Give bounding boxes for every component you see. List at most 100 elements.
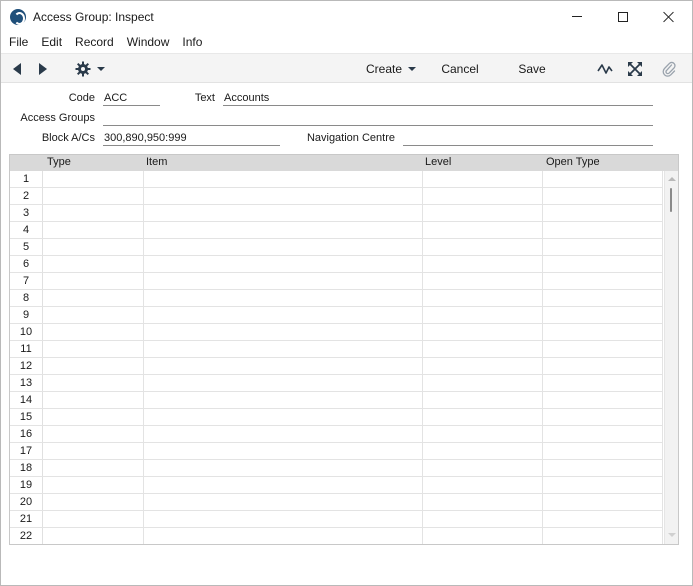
cell-type[interactable] xyxy=(44,392,144,408)
cell-level[interactable] xyxy=(423,171,543,187)
table-row[interactable]: 9 xyxy=(10,307,663,324)
cell-level[interactable] xyxy=(423,307,543,323)
cell-type[interactable] xyxy=(44,375,144,391)
cell-item[interactable] xyxy=(144,460,423,476)
access-groups-field[interactable] xyxy=(103,111,653,126)
cell-type[interactable] xyxy=(44,358,144,374)
table-row[interactable]: 3 xyxy=(10,205,663,222)
cell-open-type[interactable] xyxy=(543,511,663,527)
cell-open-type[interactable] xyxy=(543,426,663,442)
cell-level[interactable] xyxy=(423,273,543,289)
cell-open-type[interactable] xyxy=(543,171,663,187)
attach-button[interactable] xyxy=(659,54,679,84)
cell-open-type[interactable] xyxy=(543,477,663,493)
create-button[interactable]: Create xyxy=(363,54,419,84)
cell-type[interactable] xyxy=(44,341,144,357)
cell-item[interactable] xyxy=(144,375,423,391)
column-header-level[interactable]: Level xyxy=(425,156,451,168)
previous-record-button[interactable] xyxy=(7,54,27,84)
cell-open-type[interactable] xyxy=(543,443,663,459)
cell-open-type[interactable] xyxy=(543,375,663,391)
cell-level[interactable] xyxy=(423,409,543,425)
cell-level[interactable] xyxy=(423,392,543,408)
cell-item[interactable] xyxy=(144,222,423,238)
table-row[interactable]: 1 xyxy=(10,171,663,188)
table-row[interactable]: 5 xyxy=(10,239,663,256)
fullscreen-button[interactable] xyxy=(625,54,645,84)
cell-open-type[interactable] xyxy=(543,358,663,374)
text-field[interactable]: Accounts xyxy=(223,91,653,106)
cell-item[interactable] xyxy=(144,171,423,187)
cell-item[interactable] xyxy=(144,511,423,527)
table-row[interactable]: 7 xyxy=(10,273,663,290)
cell-open-type[interactable] xyxy=(543,222,663,238)
cell-level[interactable] xyxy=(423,358,543,374)
minimize-button[interactable] xyxy=(554,1,600,32)
cell-item[interactable] xyxy=(144,409,423,425)
block-acs-field[interactable]: 300,890,950:999 xyxy=(103,131,280,146)
table-row[interactable]: 6 xyxy=(10,256,663,273)
cell-item[interactable] xyxy=(144,290,423,306)
menu-file[interactable]: File xyxy=(1,35,34,49)
navigation-centre-field[interactable] xyxy=(403,131,653,146)
cell-type[interactable] xyxy=(44,409,144,425)
table-row[interactable]: 21 xyxy=(10,511,663,528)
cell-level[interactable] xyxy=(423,443,543,459)
cell-item[interactable] xyxy=(144,239,423,255)
cell-open-type[interactable] xyxy=(543,239,663,255)
cell-item[interactable] xyxy=(144,307,423,323)
cell-type[interactable] xyxy=(44,307,144,323)
cell-item[interactable] xyxy=(144,443,423,459)
scrollbar-thumb[interactable] xyxy=(670,188,672,212)
cancel-button[interactable]: Cancel xyxy=(437,54,483,84)
cell-type[interactable] xyxy=(44,171,144,187)
actions-menu-button[interactable] xyxy=(73,54,107,84)
maximize-button[interactable] xyxy=(600,1,646,32)
cell-type[interactable] xyxy=(44,494,144,510)
table-row[interactable]: 8 xyxy=(10,290,663,307)
close-button[interactable] xyxy=(646,1,692,32)
scroll-down-icon[interactable] xyxy=(668,533,676,537)
cell-level[interactable] xyxy=(423,477,543,493)
cell-type[interactable] xyxy=(44,426,144,442)
cell-level[interactable] xyxy=(423,426,543,442)
cell-item[interactable] xyxy=(144,494,423,510)
cell-item[interactable] xyxy=(144,392,423,408)
cell-open-type[interactable] xyxy=(543,341,663,357)
cell-level[interactable] xyxy=(423,188,543,204)
save-button[interactable]: Save xyxy=(513,54,551,84)
column-header-item[interactable]: Item xyxy=(146,156,167,168)
cell-open-type[interactable] xyxy=(543,409,663,425)
grid-scrollbar[interactable] xyxy=(664,171,678,544)
table-row[interactable]: 22 xyxy=(10,528,663,544)
menu-window[interactable]: Window xyxy=(120,35,176,49)
table-row[interactable]: 15 xyxy=(10,409,663,426)
cell-type[interactable] xyxy=(44,273,144,289)
cell-open-type[interactable] xyxy=(543,392,663,408)
table-row[interactable]: 12 xyxy=(10,358,663,375)
cell-open-type[interactable] xyxy=(543,324,663,340)
cell-type[interactable] xyxy=(44,239,144,255)
column-header-type[interactable]: Type xyxy=(47,156,71,168)
table-row[interactable]: 2 xyxy=(10,188,663,205)
table-row[interactable]: 4 xyxy=(10,222,663,239)
cell-item[interactable] xyxy=(144,358,423,374)
cell-item[interactable] xyxy=(144,188,423,204)
cell-item[interactable] xyxy=(144,477,423,493)
cell-open-type[interactable] xyxy=(543,460,663,476)
cell-type[interactable] xyxy=(44,188,144,204)
column-header-open-type[interactable]: Open Type xyxy=(546,156,600,168)
cell-item[interactable] xyxy=(144,341,423,357)
cell-type[interactable] xyxy=(44,443,144,459)
cell-type[interactable] xyxy=(44,205,144,221)
menu-record[interactable]: Record xyxy=(68,35,120,49)
cell-level[interactable] xyxy=(423,511,543,527)
cell-level[interactable] xyxy=(423,494,543,510)
cell-level[interactable] xyxy=(423,324,543,340)
activity-button[interactable] xyxy=(595,54,615,84)
scroll-up-icon[interactable] xyxy=(668,177,676,181)
cell-open-type[interactable] xyxy=(543,528,663,544)
menu-info[interactable]: Info xyxy=(175,35,208,49)
table-row[interactable]: 17 xyxy=(10,443,663,460)
cell-level[interactable] xyxy=(423,256,543,272)
